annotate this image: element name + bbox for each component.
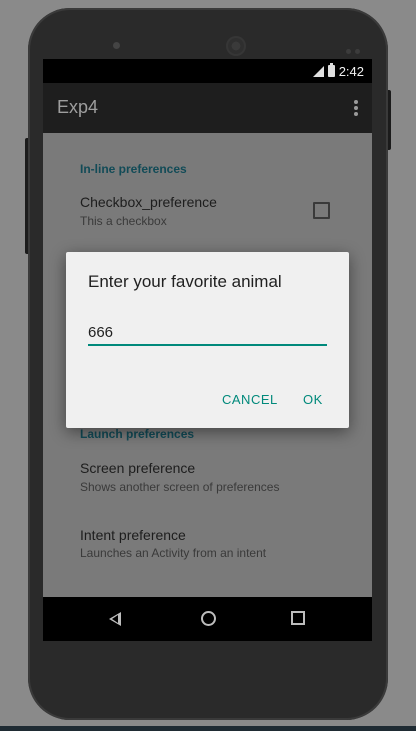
ok-button[interactable]: OK [297,388,329,411]
recents-icon[interactable] [291,611,305,625]
animal-input[interactable] [88,320,327,346]
dialog-title: Enter your favorite animal [88,272,282,291]
earpiece-speaker-icon [226,36,246,56]
status-time: 2:42 [338,63,364,79]
app-title: Exp4 [57,97,99,117]
checkbox-preference-title[interactable]: Checkbox_preference [80,194,217,210]
battery-icon [327,63,335,77]
cancel-button[interactable]: CANCEL [216,388,284,411]
checkbox-preference-checkbox[interactable] [313,202,330,219]
intent-preference-title[interactable]: Intent preference [80,527,186,543]
signal-icon [312,65,324,77]
screen-preference-summary: Shows another screen of preferences [80,480,280,494]
section-header-inline: In-line preferences [80,162,187,176]
home-icon[interactable] [201,611,216,626]
section-header-launch: Launch preferences [80,427,195,441]
navigation-bar [43,597,372,641]
status-bar: 2:42 [43,59,372,83]
screen-preference-title[interactable]: Screen preference [80,460,195,476]
overflow-menu-icon[interactable] [354,100,358,116]
app-bar: Exp4 [43,83,372,133]
front-camera-icon [113,42,120,49]
intent-preference-summary: Launches an Activity from an intent [80,546,267,560]
sensor-icon [346,41,366,54]
checkbox-preference-summary: This a checkbox [80,214,167,228]
back-icon[interactable] [109,612,121,626]
taskbar-strip [0,726,416,731]
edit-text-dialog: Enter your favorite animal CANCEL OK [66,252,349,428]
